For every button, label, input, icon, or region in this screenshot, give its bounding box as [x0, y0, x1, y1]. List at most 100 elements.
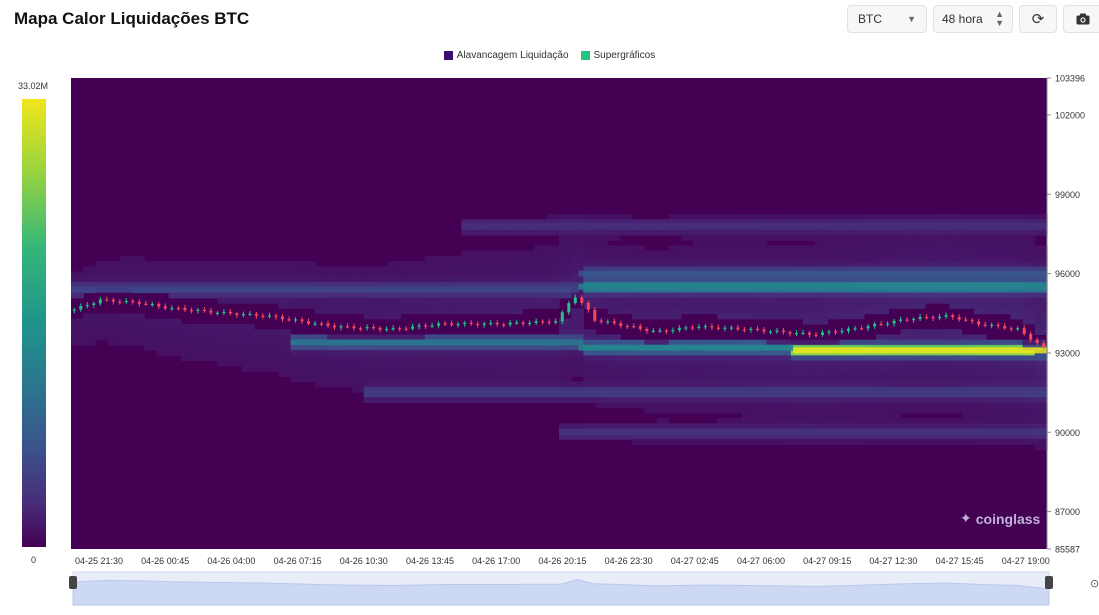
candle-body[interactable]	[476, 323, 480, 326]
candle-body[interactable]	[372, 327, 376, 329]
candle-body[interactable]	[756, 328, 759, 330]
candle-body[interactable]	[92, 303, 96, 305]
candle-body[interactable]	[677, 327, 681, 331]
candle-body[interactable]	[879, 324, 883, 326]
candle-body[interactable]	[378, 327, 382, 330]
candle-body[interactable]	[508, 322, 512, 325]
candle-body[interactable]	[287, 319, 291, 321]
candle-body[interactable]	[723, 327, 727, 329]
candle-body[interactable]	[450, 323, 454, 325]
candle-body[interactable]	[769, 331, 772, 333]
candle-body[interactable]	[202, 309, 206, 311]
candle-body[interactable]	[313, 323, 317, 325]
candle-body[interactable]	[957, 317, 961, 320]
candle-body[interactable]	[606, 321, 610, 323]
candle-body[interactable]	[1016, 328, 1020, 330]
candle-body[interactable]	[307, 321, 310, 324]
candle-body[interactable]	[157, 304, 161, 307]
candle-body[interactable]	[638, 326, 642, 329]
candle-body[interactable]	[762, 329, 766, 332]
candle-body[interactable]	[1029, 333, 1033, 340]
candle-body[interactable]	[808, 332, 811, 335]
candle-body[interactable]	[1022, 328, 1026, 334]
candle-body[interactable]	[866, 326, 870, 329]
candle-body[interactable]	[853, 328, 857, 330]
candle-body[interactable]	[827, 331, 831, 333]
candle-body[interactable]	[951, 315, 955, 317]
candle-body[interactable]	[398, 328, 402, 330]
candle-body[interactable]	[365, 327, 369, 329]
candle-body[interactable]	[664, 330, 668, 332]
candle-body[interactable]	[320, 323, 323, 325]
candle-body[interactable]	[515, 322, 519, 324]
candle-body[interactable]	[254, 313, 258, 316]
candle-body[interactable]	[899, 319, 903, 321]
candle-body[interactable]	[170, 307, 174, 310]
candle-body[interactable]	[729, 327, 733, 329]
zoom-slider-handle-end-icon[interactable]: ⊙	[1090, 577, 1099, 590]
candle-body[interactable]	[137, 301, 141, 304]
candle-body[interactable]	[222, 311, 226, 314]
candle-body[interactable]	[892, 320, 896, 324]
candle-body[interactable]	[228, 311, 232, 314]
candle-body[interactable]	[1042, 343, 1046, 347]
candle-body[interactable]	[274, 315, 278, 317]
candle-body[interactable]	[163, 306, 167, 309]
candle-body[interactable]	[150, 304, 154, 306]
candle-body[interactable]	[716, 327, 720, 329]
candle-body[interactable]	[443, 323, 447, 325]
candle-body[interactable]	[873, 324, 877, 327]
candle-body[interactable]	[463, 322, 467, 325]
candle-body[interactable]	[736, 327, 740, 330]
candle-body[interactable]	[586, 302, 590, 310]
candle-body[interactable]	[404, 328, 408, 330]
candle-body[interactable]	[619, 323, 623, 326]
candle-body[interactable]	[424, 325, 428, 327]
candle-body[interactable]	[534, 321, 538, 323]
candle-body[interactable]	[352, 326, 356, 329]
candle-body[interactable]	[1009, 328, 1013, 330]
candle-body[interactable]	[482, 323, 486, 325]
candle-body[interactable]	[300, 319, 304, 322]
candle-body[interactable]	[72, 309, 76, 311]
candle-body[interactable]	[248, 313, 252, 315]
candle-body[interactable]	[703, 326, 707, 328]
zoom-slider-handle-end[interactable]	[1045, 576, 1053, 589]
candle-body[interactable]	[905, 319, 909, 321]
candle-body[interactable]	[560, 312, 564, 322]
candle-body[interactable]	[261, 315, 265, 317]
candle-body[interactable]	[834, 331, 837, 333]
candle-body[interactable]	[131, 300, 135, 303]
candle-body[interactable]	[658, 330, 662, 332]
liquidation-heatmap-chart[interactable]: 1033961020009900096000930009000087000855…	[0, 0, 1099, 615]
candle-body[interactable]	[521, 322, 525, 324]
candle-body[interactable]	[268, 315, 271, 317]
candle-body[interactable]	[554, 321, 558, 323]
candle-body[interactable]	[85, 305, 89, 307]
candle-body[interactable]	[502, 324, 506, 326]
candle-body[interactable]	[801, 332, 805, 334]
candle-body[interactable]	[567, 303, 571, 313]
candle-body[interactable]	[580, 297, 584, 303]
candle-body[interactable]	[124, 300, 128, 303]
candle-body[interactable]	[847, 328, 850, 331]
candle-body[interactable]	[495, 322, 499, 325]
candle-body[interactable]	[788, 332, 792, 334]
candle-body[interactable]	[821, 332, 824, 335]
candle-body[interactable]	[281, 316, 284, 320]
candle-body[interactable]	[359, 328, 362, 330]
candle-body[interactable]	[118, 301, 122, 303]
candle-body[interactable]	[593, 309, 597, 321]
candle-body[interactable]	[241, 314, 245, 316]
candle-body[interactable]	[690, 327, 694, 329]
candle-body[interactable]	[990, 324, 994, 326]
candle-body[interactable]	[196, 309, 200, 311]
candle-body[interactable]	[749, 328, 753, 330]
candle-body[interactable]	[469, 322, 473, 324]
candle-body[interactable]	[326, 323, 330, 326]
candle-body[interactable]	[964, 319, 968, 321]
candle-body[interactable]	[1003, 326, 1007, 329]
candle-body[interactable]	[79, 306, 83, 310]
candle-body[interactable]	[144, 303, 148, 305]
candle-body[interactable]	[814, 334, 818, 336]
